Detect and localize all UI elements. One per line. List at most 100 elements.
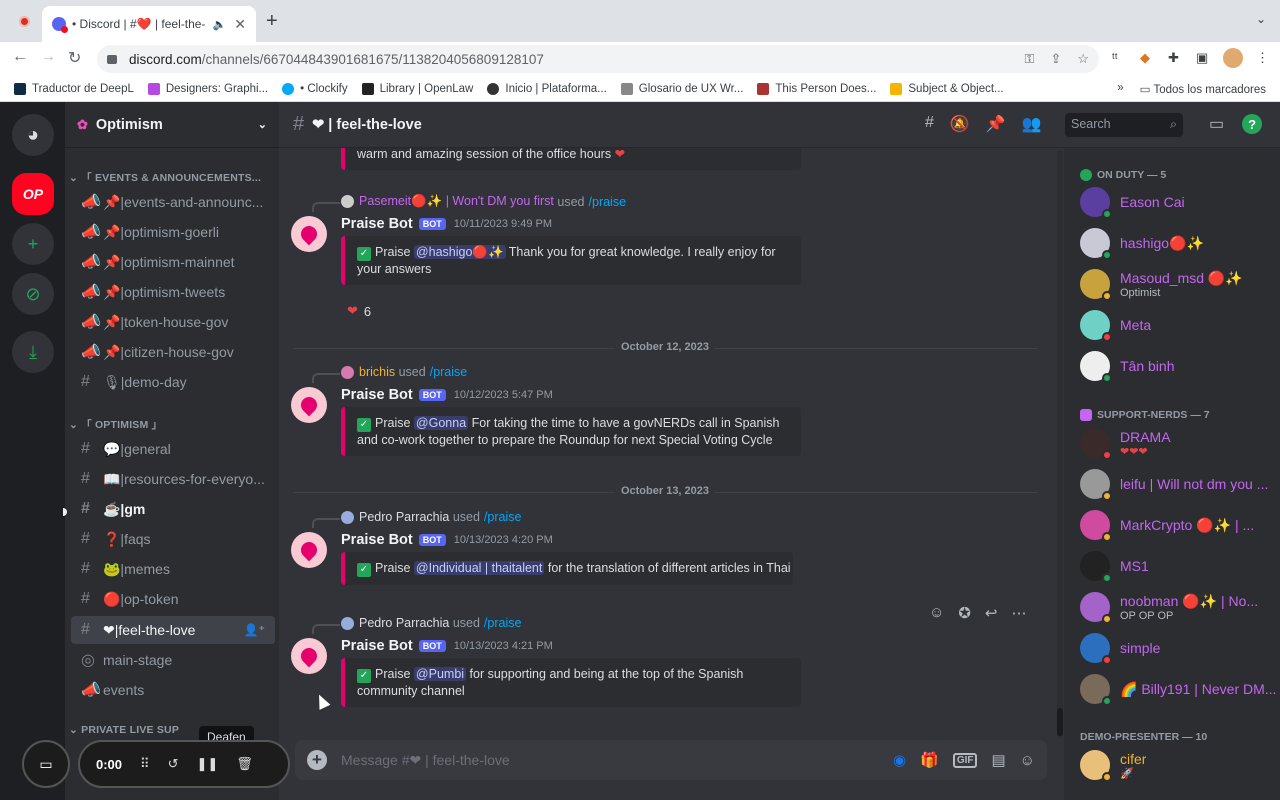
- channel-optimism-mainnet[interactable]: 📣 📌|optimism-mainnet: [71, 248, 275, 276]
- invoker-name[interactable]: Pedro Parrachia: [359, 510, 449, 524]
- command-name[interactable]: /praise: [484, 510, 522, 524]
- invoker-name[interactable]: Pasemeit🔴✨ | Won't DM you first: [359, 194, 554, 209]
- member-item[interactable]: noobman 🔴✨ | No... OP OP OP: [1080, 588, 1276, 626]
- member-item[interactable]: Masoud_msd 🔴✨ Optimist: [1080, 265, 1276, 303]
- grid-icon[interactable]: ⠿: [140, 756, 150, 772]
- extensions-puzzle-icon[interactable]: ✚: [1168, 50, 1179, 66]
- pin-icon[interactable]: 📌: [986, 114, 1006, 134]
- invoker-avatar[interactable]: [341, 365, 354, 379]
- bookmark-item[interactable]: Designers: Graphi...: [147, 82, 268, 95]
- browser-menu-icon[interactable]: ⋮: [1256, 50, 1269, 66]
- channel-memes[interactable]: # 🐸|memes: [71, 555, 275, 583]
- bookmark-item[interactable]: Traductor de DeepL: [14, 82, 134, 95]
- star-icon[interactable]: ☆: [1077, 51, 1089, 67]
- new-tab-button[interactable]: +: [266, 10, 278, 33]
- category-events[interactable]: ⌄ 「 EVENTS & ANNOUNCEMENTS...: [69, 170, 261, 185]
- member-item[interactable]: Meta: [1080, 306, 1276, 344]
- praise-bot-avatar[interactable]: [291, 532, 327, 568]
- channel-citizen-house-gov[interactable]: 📣 📌|citizen-house-gov: [71, 338, 275, 366]
- attach-plus-icon[interactable]: +: [307, 750, 327, 770]
- share-icon[interactable]: ⇪: [1050, 51, 1061, 67]
- author-name[interactable]: Praise Bot: [341, 216, 413, 232]
- user-mention[interactable]: @Pumbi: [413, 667, 467, 681]
- message-scrollbar-track[interactable]: [1057, 150, 1063, 738]
- server-header[interactable]: ✿ Optimism ⌄: [65, 102, 279, 148]
- add-reaction-icon[interactable]: ☺: [929, 604, 944, 622]
- metamask-extension-icon[interactable]: ◆: [1140, 50, 1150, 66]
- translate-extension-icon[interactable]: ᵗᵗ: [1112, 50, 1118, 65]
- member-item[interactable]: DRAMA ❤❤❤: [1080, 424, 1276, 462]
- search-input[interactable]: Search ⌕: [1065, 113, 1183, 137]
- channel-feel-the-love[interactable]: # ❤|feel-the-love 👤⁺: [71, 616, 275, 644]
- member-item[interactable]: hashigo🔴✨: [1080, 224, 1276, 262]
- camera-icon[interactable]: ▭: [22, 740, 70, 788]
- restart-icon[interactable]: ↺: [168, 756, 179, 772]
- member-item[interactable]: cifer 🚀: [1080, 746, 1276, 784]
- member-item[interactable]: Tân binh: [1080, 347, 1276, 385]
- threads-icon[interactable]: #: [925, 114, 934, 134]
- invoker-avatar[interactable]: [341, 510, 354, 524]
- category-optimism[interactable]: ⌄ 「 OPTIMISM 」: [69, 417, 162, 432]
- reaction-chip[interactable]: ❤ 6: [341, 300, 377, 322]
- emoji-icon[interactable]: ☺: [1020, 752, 1035, 769]
- profile-avatar[interactable]: [1223, 48, 1243, 68]
- tab-search-chevron-icon[interactable]: ⌄: [1256, 12, 1266, 26]
- message-composer[interactable]: + Message #❤ | feel-the-love ◉ 🎁 GIF ▤ ☺: [295, 740, 1047, 780]
- member-item[interactable]: Eason Cai: [1080, 183, 1276, 221]
- forward-arrow-icon[interactable]: →: [40, 48, 56, 66]
- channel-optimism-tweets[interactable]: 📣 📌|optimism-tweets: [71, 278, 275, 306]
- command-name[interactable]: /praise: [484, 616, 522, 630]
- channel-events-and-announcements[interactable]: 📣 📌|events-and-announc...: [71, 188, 275, 216]
- invoker-avatar[interactable]: [341, 195, 354, 208]
- add-super-reaction-icon[interactable]: ✪: [958, 604, 971, 622]
- author-name[interactable]: Praise Bot: [341, 387, 413, 403]
- sticker-icon[interactable]: ▤: [991, 751, 1005, 769]
- member-item[interactable]: simple: [1080, 629, 1276, 667]
- reply-icon[interactable]: ↩: [985, 604, 998, 622]
- member-item[interactable]: leifu | Will not dm you ...: [1080, 465, 1276, 503]
- inbox-icon[interactable]: ▭: [1209, 114, 1224, 134]
- message-scrollbar-thumb[interactable]: [1057, 708, 1063, 736]
- pause-icon[interactable]: ❚❚: [196, 756, 218, 772]
- gift-icon[interactable]: 🎁: [920, 751, 939, 769]
- command-name[interactable]: /praise: [430, 365, 468, 379]
- member-item[interactable]: 🌈 Billy191 | Never DM...: [1080, 670, 1276, 708]
- bookmark-item[interactable]: Inicio | Plataforma...: [487, 82, 607, 95]
- speaker-icon[interactable]: 🔈: [213, 18, 227, 31]
- channel-gm[interactable]: # ☕|gm: [71, 495, 275, 523]
- channel-op-token[interactable]: # 🔴|op-token: [71, 585, 275, 613]
- bookmark-item[interactable]: This Person Does...: [757, 82, 876, 95]
- key-icon[interactable]: ⚿: [1025, 51, 1035, 67]
- channel-events[interactable]: 📣 events: [71, 676, 275, 704]
- member-item[interactable]: MS1: [1080, 547, 1276, 585]
- reload-icon[interactable]: ↻: [68, 48, 81, 68]
- side-panel-icon[interactable]: ▣: [1196, 50, 1208, 66]
- channel-resources[interactable]: # 📖|resources-for-everyo...: [71, 465, 275, 493]
- more-options-icon[interactable]: ⋯: [1011, 604, 1026, 622]
- praise-bot-avatar[interactable]: [291, 216, 327, 252]
- back-arrow-icon[interactable]: ←: [12, 48, 28, 66]
- help-icon[interactable]: ?: [1242, 114, 1263, 134]
- notifications-muted-icon[interactable]: 🔕: [950, 114, 970, 134]
- user-mention[interactable]: @hashigo🔴✨: [413, 245, 506, 259]
- channel-main-stage[interactable]: ◎ main-stage: [71, 646, 275, 674]
- channel-token-house-gov[interactable]: 📣 📌|token-house-gov: [71, 308, 275, 336]
- invoker-name[interactable]: Pedro Parrachia: [359, 616, 449, 630]
- praise-bot-avatar[interactable]: [291, 638, 327, 674]
- invoker-name[interactable]: brichis: [359, 365, 395, 379]
- invoker-avatar[interactable]: [341, 616, 354, 630]
- explore-compass-icon[interactable]: ⊘: [12, 273, 54, 315]
- praise-bot-avatar[interactable]: [291, 387, 327, 423]
- bookmark-item[interactable]: Library | OpenLaw: [361, 82, 473, 95]
- bookmark-item[interactable]: Subject & Object...: [890, 82, 1004, 95]
- channel-general[interactable]: # 💬|general: [71, 435, 275, 463]
- channel-demo-day[interactable]: # 🎙|demo-day: [71, 368, 275, 396]
- trash-icon[interactable]: 🗑: [236, 756, 253, 772]
- download-apps-icon[interactable]: ⤓: [12, 331, 54, 373]
- grammar-check-icon[interactable]: ◉: [893, 751, 906, 769]
- gif-button[interactable]: GIF: [952, 752, 978, 768]
- user-mention[interactable]: @Gonna: [413, 416, 469, 430]
- command-name[interactable]: /praise: [589, 195, 627, 209]
- address-bar[interactable]: discord.com/channels/667044843901681675/…: [97, 45, 1099, 73]
- channel-faqs[interactable]: # ❓|faqs: [71, 525, 275, 553]
